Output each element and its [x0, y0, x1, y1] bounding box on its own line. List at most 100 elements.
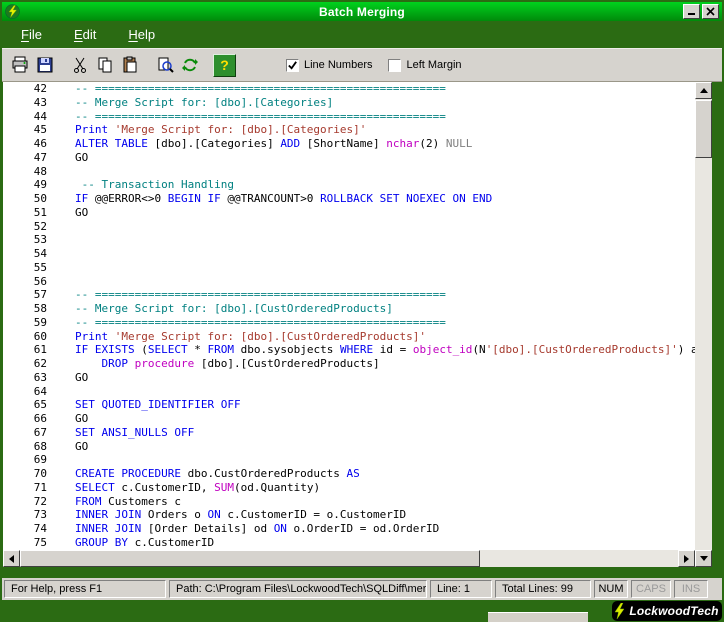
code-line: 53 — [3, 233, 695, 247]
code-line: 46ALTER TABLE [dbo].[Categories] ADD [Sh… — [3, 137, 695, 151]
refresh-icon — [181, 56, 199, 74]
status-num-lock: NUM — [594, 580, 628, 598]
code-line: 49 -- Transaction Handling — [3, 178, 695, 192]
find-button[interactable] — [153, 54, 176, 77]
horizontal-scroll-thumb[interactable] — [20, 550, 480, 567]
status-total-lines: Total Lines: 99 — [495, 580, 591, 598]
line-number: 49 — [3, 178, 47, 192]
line-number: 42 — [3, 82, 47, 96]
code-line: 43-- Merge Script for: [dbo].[Categories… — [3, 96, 695, 110]
code-line: 52 — [3, 220, 695, 234]
help-button[interactable]: ? — [213, 54, 236, 77]
status-help: For Help, press F1 — [4, 580, 166, 598]
code-line: 54 — [3, 247, 695, 261]
menu-bar: File Edit Help — [2, 21, 722, 48]
minimize-icon — [687, 7, 696, 16]
status-bar: For Help, press F1 Path: C:\Program File… — [2, 578, 722, 600]
sql-code-editor[interactable]: 42-- ===================================… — [3, 82, 695, 550]
scroll-left-button[interactable] — [3, 550, 20, 567]
menu-edit[interactable]: Edit — [65, 24, 105, 45]
line-number: 46 — [3, 137, 47, 151]
print-button[interactable] — [8, 54, 31, 77]
toolbar-separator — [143, 65, 153, 66]
code-lines: 42-- ===================================… — [3, 82, 695, 550]
line-number: 75 — [3, 536, 47, 550]
toolbar-separator — [203, 65, 213, 66]
code-line: 55 — [3, 261, 695, 275]
left-margin-checkbox[interactable]: Left Margin — [388, 59, 461, 72]
line-number: 63 — [3, 371, 47, 385]
up-arrow-icon — [700, 88, 708, 93]
line-number: 50 — [3, 192, 47, 206]
close-icon — [706, 7, 715, 16]
code-line: 67SET ANSI_NULLS OFF — [3, 426, 695, 440]
line-number: 64 — [3, 385, 47, 399]
scroll-down-button[interactable] — [695, 550, 712, 567]
line-number: 74 — [3, 522, 47, 536]
status-caps-lock: CAPS — [631, 580, 671, 598]
line-number: 68 — [3, 440, 47, 454]
code-line: 64 — [3, 385, 695, 399]
toolbar-separator — [58, 65, 68, 66]
line-number: 65 — [3, 398, 47, 412]
left-arrow-icon — [9, 555, 14, 563]
menu-file[interactable]: File — [12, 24, 51, 45]
line-numbers-checkbox[interactable]: Line Numbers — [286, 59, 372, 72]
line-number: 73 — [3, 508, 47, 522]
line-number: 45 — [3, 123, 47, 137]
app-window: Batch Merging File Edit Help — [0, 0, 724, 622]
lightning-bolt-icon — [615, 603, 625, 619]
line-number: 69 — [3, 453, 47, 467]
code-line: 71SELECT c.CustomerID, SUM(od.Quantity) — [3, 481, 695, 495]
line-number: 72 — [3, 495, 47, 509]
code-line: 68GO — [3, 440, 695, 454]
line-number: 54 — [3, 247, 47, 261]
scroll-right-button[interactable] — [678, 550, 695, 567]
title-bar[interactable]: Batch Merging — [2, 2, 722, 21]
code-line: 66GO — [3, 412, 695, 426]
taskbar-fragment — [488, 612, 588, 622]
close-button[interactable] — [702, 4, 719, 19]
line-number: 48 — [3, 165, 47, 179]
code-line: 50IF @@ERROR<>0 BEGIN IF @@TRANCOUNT>0 R… — [3, 192, 695, 206]
line-number: 71 — [3, 481, 47, 495]
cut-button[interactable] — [68, 54, 91, 77]
scissors-icon — [71, 56, 89, 74]
line-number: 55 — [3, 261, 47, 275]
menu-help[interactable]: Help — [119, 24, 164, 45]
code-line: 58-- Merge Script for: [dbo].[CustOrdere… — [3, 302, 695, 316]
scroll-up-button[interactable] — [695, 82, 712, 99]
status-line-number: Line: 1 — [430, 580, 492, 598]
code-line: 65SET QUOTED_IDENTIFIER OFF — [3, 398, 695, 412]
horizontal-scrollbar[interactable] — [3, 550, 695, 567]
brand-badge: LockwoodTech — [612, 601, 722, 621]
paste-button[interactable] — [118, 54, 141, 77]
code-line: 56 — [3, 275, 695, 289]
vertical-scrollbar[interactable] — [695, 82, 712, 567]
refresh-button[interactable] — [178, 54, 201, 77]
line-number: 66 — [3, 412, 47, 426]
minimize-button[interactable] — [683, 4, 700, 19]
line-number: 70 — [3, 467, 47, 481]
line-number: 61 — [3, 343, 47, 357]
code-line: 62 DROP procedure [dbo].[CustOrderedProd… — [3, 357, 695, 371]
question-icon: ? — [220, 57, 229, 73]
copy-icon — [96, 56, 114, 74]
magnifier-icon — [156, 56, 174, 74]
code-line: 75GROUP BY c.CustomerID — [3, 536, 695, 550]
status-insert-mode: INS — [674, 580, 708, 598]
status-file-path: Path: C:\Program Files\LockwoodTech\SQLD… — [169, 580, 427, 598]
window-title: Batch Merging — [2, 5, 722, 19]
line-number: 67 — [3, 426, 47, 440]
checkbox-label: Left Margin — [406, 59, 461, 71]
code-line: 57-- ===================================… — [3, 288, 695, 302]
line-number: 57 — [3, 288, 47, 302]
toolbar: ? Line Numbers Left Margin — [2, 48, 722, 82]
code-line: 60Print 'Merge Script for: [dbo].[CustOr… — [3, 330, 695, 344]
right-arrow-icon — [684, 555, 689, 563]
vertical-scroll-thumb[interactable] — [695, 100, 712, 158]
code-line: 44-- ===================================… — [3, 110, 695, 124]
copy-button[interactable] — [93, 54, 116, 77]
code-line: 51GO — [3, 206, 695, 220]
save-button[interactable] — [33, 54, 56, 77]
